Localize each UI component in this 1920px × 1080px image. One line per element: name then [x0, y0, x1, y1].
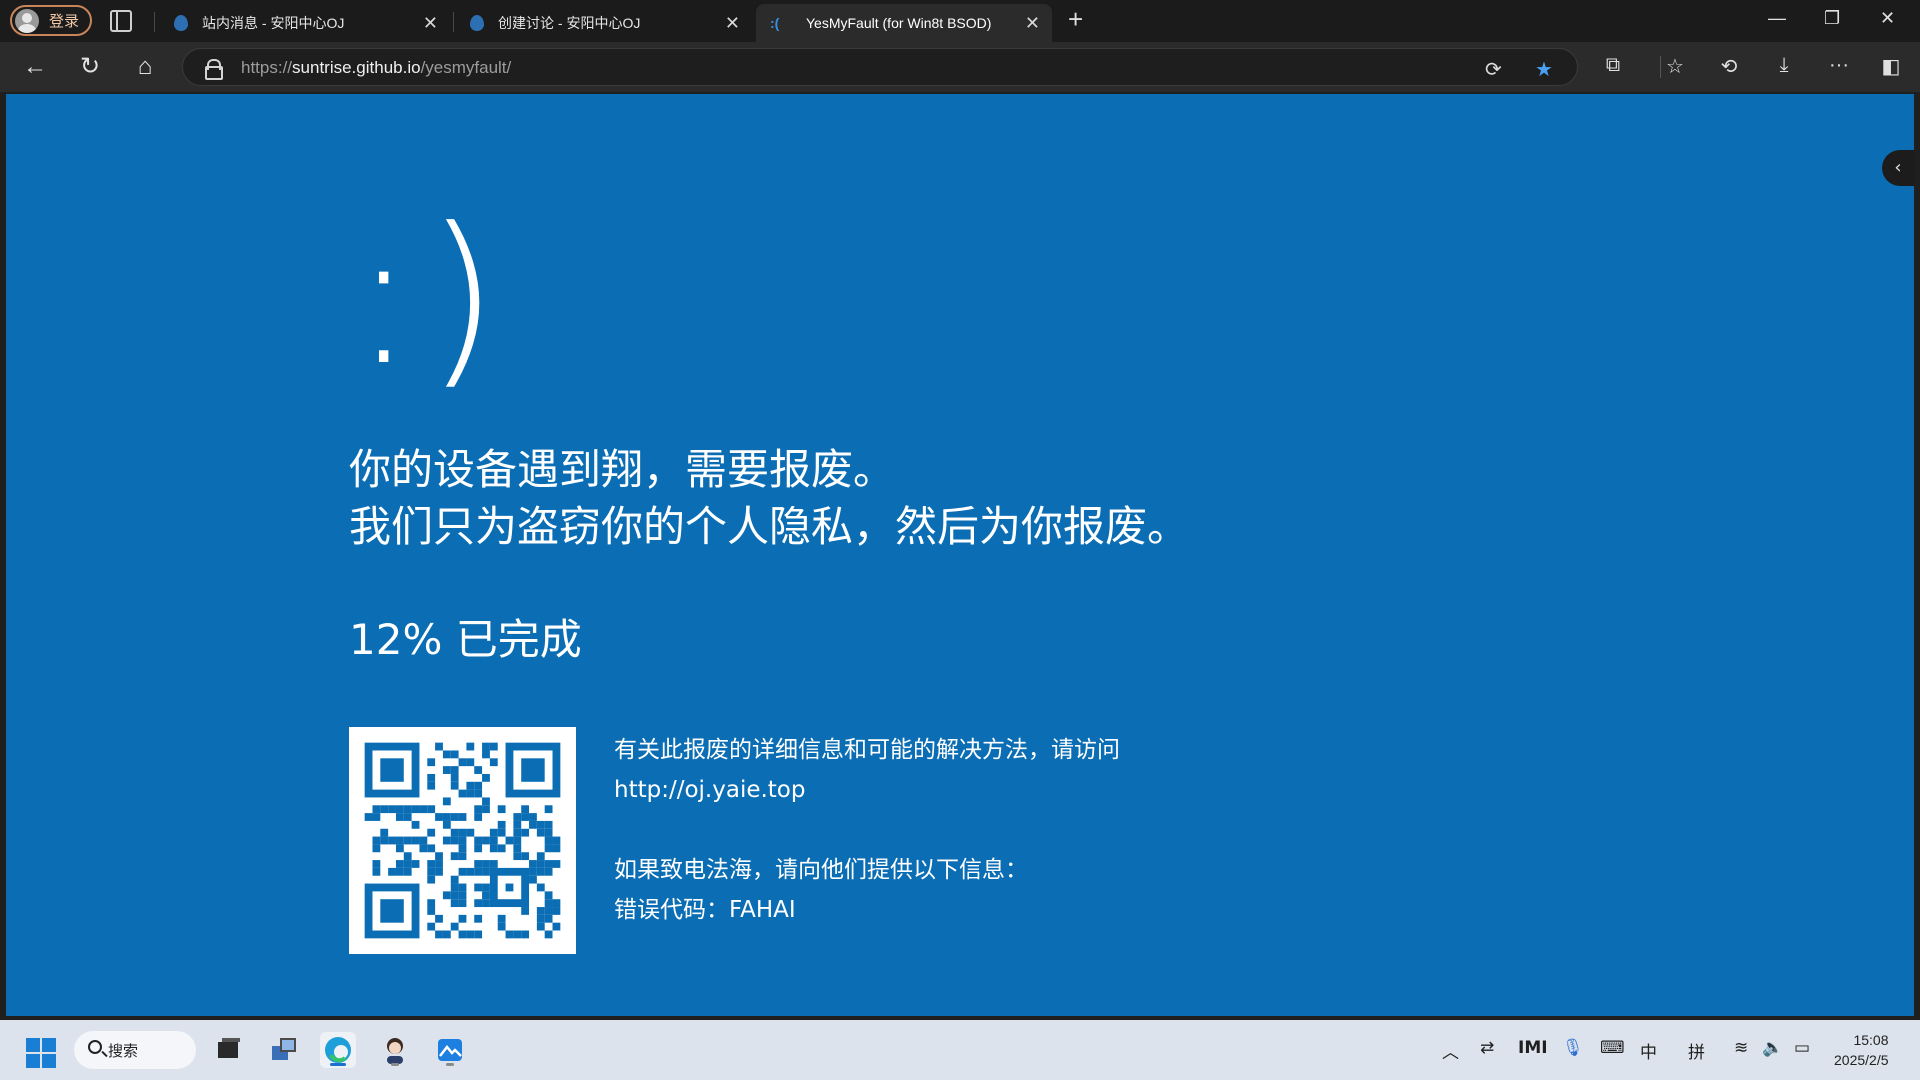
search-icon — [88, 1040, 102, 1054]
bsod-info: 有关此报废的详细信息和可能的解决方法，请访问 http://oj.yaie.to… — [614, 730, 1120, 930]
translate-icon[interactable]: ⟳ — [1485, 57, 1502, 82]
chevron-left-icon[interactable]: ‹ — [1882, 150, 1914, 186]
history-icon[interactable]: ⟲ — [1716, 54, 1742, 79]
chevron-up-icon[interactable]: ︿ — [1442, 1038, 1459, 1063]
back-icon[interactable]: ← — [20, 52, 50, 82]
microphone-icon[interactable]: 🎙 — [1562, 1038, 1584, 1058]
refresh-icon[interactable]: ↻ — [75, 52, 105, 82]
qr-code — [349, 727, 576, 954]
running-app-indicator — [446, 1063, 454, 1066]
bsod-message: 你的设备遇到翔，需要报废。 我们只为盗窃你的个人隐私，然后为你报废。 — [349, 441, 1189, 555]
tab-separator — [154, 12, 155, 32]
minimize-icon[interactable]: — — [1768, 8, 1786, 29]
more-menu-icon[interactable]: ··· — [1826, 54, 1852, 77]
favorites-icon[interactable]: ☆ — [1662, 54, 1688, 79]
lock-icon[interactable] — [205, 59, 223, 80]
photos-app-icon[interactable] — [432, 1032, 468, 1068]
active-app-indicator — [330, 1063, 346, 1066]
qr-code-graphic — [349, 727, 576, 954]
remote-app-icon[interactable] — [266, 1032, 302, 1068]
tab-title: 创建讨论 - 安阳中心OJ — [498, 15, 641, 31]
tab-messages[interactable]: 站内消息 - 安阳中心OJ ✕ — [160, 4, 450, 42]
toolbar-divider — [1660, 56, 1661, 78]
edge-app-icon[interactable] — [320, 1032, 356, 1068]
browser-toolbar: ← ↻ ⌂ https://suntrise.github.io/yesmyfa… — [0, 42, 1920, 92]
ime-mode[interactable]: 中 — [1640, 1038, 1657, 1063]
close-window-icon[interactable]: ✕ — [1880, 8, 1895, 29]
info-line-1: 有关此报废的详细信息和可能的解决方法，请访问 — [614, 737, 1120, 763]
oj-favicon-icon — [470, 15, 484, 31]
search-label: 搜索 — [108, 1042, 139, 1060]
info-line-2: 如果致电法海，请向他们提供以下信息： — [614, 857, 1028, 883]
error-code: 错误代码：FAHAI — [614, 897, 796, 923]
close-tab-icon[interactable]: ✕ — [725, 13, 740, 34]
avatar — [15, 8, 39, 33]
avatar-app-icon[interactable] — [377, 1032, 413, 1068]
battery-icon[interactable]: ▭ — [1794, 1038, 1810, 1058]
oj-favicon-icon — [174, 15, 188, 31]
restore-icon[interactable]: ❐ — [1824, 8, 1840, 29]
keyboard-icon[interactable]: ⌨ — [1600, 1038, 1625, 1058]
tab-yesmyfault[interactable]: :( YesMyFault (for Win8t BSOD) ✕ — [756, 4, 1052, 42]
download-icon[interactable]: ⤓ — [1771, 54, 1797, 77]
taskbar-search[interactable]: 搜索 — [74, 1031, 196, 1069]
ime-name[interactable]: 拼 — [1688, 1038, 1705, 1063]
taskbar-app-tray-icon[interactable]: ⅠⅯⅠ — [1518, 1038, 1548, 1058]
sidebar-icon[interactable]: ◧ — [1878, 54, 1904, 79]
clock-time: 15:08 — [1853, 1032, 1889, 1048]
bsod-line-2: 我们只为盗窃你的个人隐私，然后为你报废。 — [349, 502, 1190, 551]
home-icon[interactable]: ⌂ — [130, 52, 160, 82]
profile-label: 登录 — [49, 13, 80, 30]
sad-face-favicon-icon: :( — [770, 15, 780, 31]
tab-title: YesMyFault (for Win8t BSOD) — [806, 15, 992, 31]
tab-separator — [453, 12, 454, 32]
tab-title: 站内消息 - 安阳中心OJ — [202, 15, 345, 31]
transfer-icon[interactable]: ⇄ — [1480, 1038, 1494, 1058]
task-view-app-icon[interactable] — [210, 1032, 246, 1068]
windows-start-icon[interactable] — [26, 1038, 56, 1068]
favorite-star-icon[interactable]: ★ — [1535, 57, 1553, 82]
tab-strip: 登录 站内消息 - 安阳中心OJ ✕ 创建讨论 - 安阳中心OJ ✕ :( Ye… — [0, 0, 1920, 42]
profile-button[interactable]: 登录 — [10, 5, 92, 36]
progress-text: 12% 已完成 — [349, 615, 582, 664]
system-clock[interactable]: 15:08 2025/2/5 — [1834, 1030, 1889, 1070]
wifi-icon[interactable]: ≋ — [1734, 1038, 1748, 1058]
taskbar: 搜索 ︿ ⇄ ⅠⅯⅠ 🎙 ⌨ 中 拼 ≋ 🔈 ▭ 15:08 2025/2/5 — [0, 1020, 1920, 1080]
close-tab-icon[interactable]: ✕ — [1025, 13, 1040, 34]
smiley-face: :) — [352, 188, 509, 407]
tab-create-discussion[interactable]: 创建讨论 - 安阳中心OJ ✕ — [456, 4, 752, 42]
info-url[interactable]: http://oj.yaie.top — [614, 770, 1120, 810]
bsod-line-1: 你的设备遇到翔，需要报废。 — [349, 445, 896, 494]
address-bar[interactable]: https://suntrise.github.io/yesmyfault/ ⟳… — [182, 48, 1578, 86]
tab-actions-icon[interactable] — [110, 10, 132, 32]
clock-date: 2025/2/5 — [1834, 1052, 1889, 1068]
new-tab-icon[interactable]: + — [1068, 4, 1083, 35]
volume-icon[interactable]: 🔈 — [1762, 1038, 1783, 1058]
extensions-icon[interactable]: ⧉ — [1600, 54, 1626, 77]
bsod-page: ‹ :) 你的设备遇到翔，需要报废。 我们只为盗窃你的个人隐私，然后为你报废。 … — [6, 94, 1914, 1016]
running-app-indicator — [391, 1063, 399, 1066]
close-tab-icon[interactable]: ✕ — [423, 13, 438, 34]
url-text[interactable]: https://suntrise.github.io/yesmyfault/ — [241, 58, 511, 78]
